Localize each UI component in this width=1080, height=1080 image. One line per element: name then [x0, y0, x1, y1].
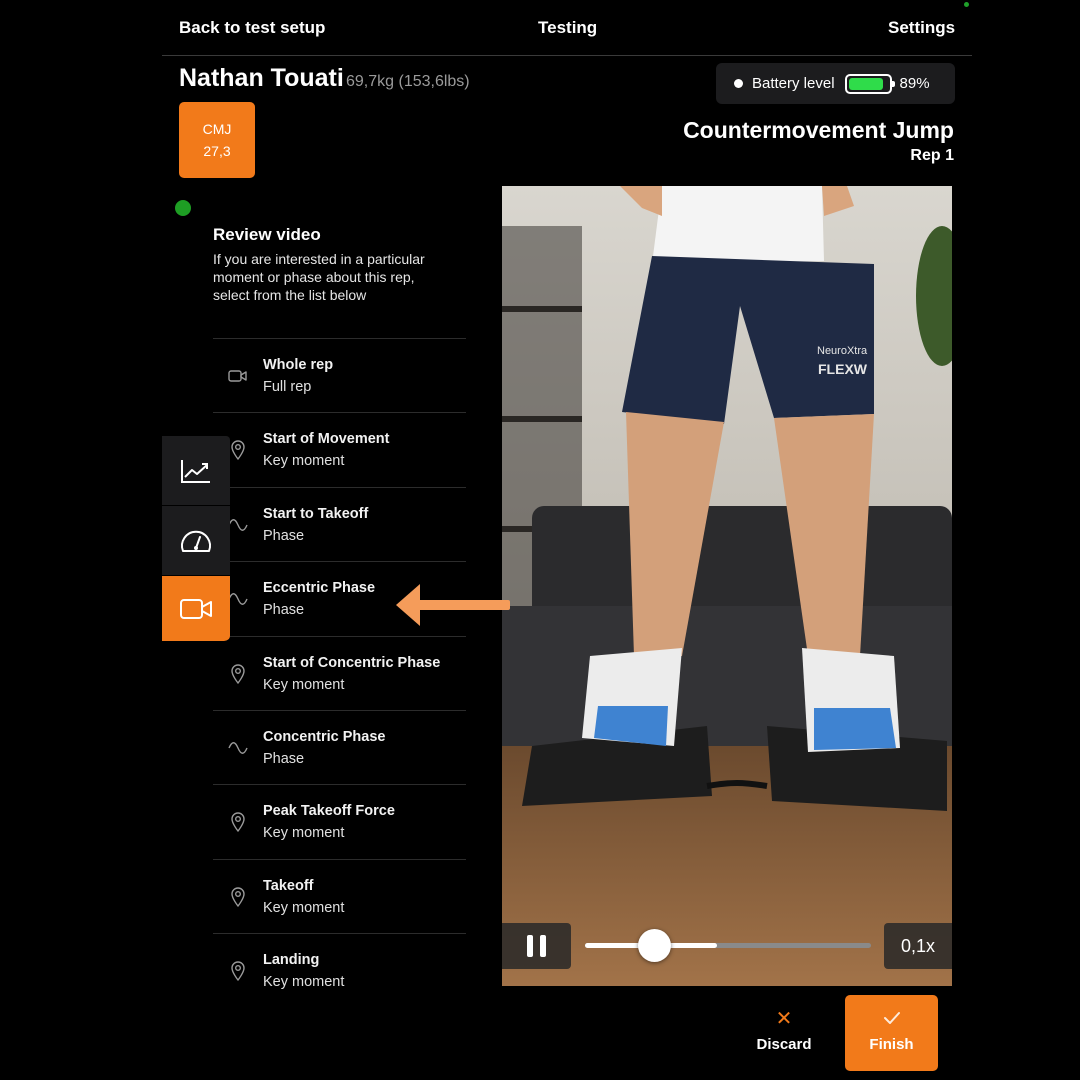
- video-player[interactable]: NeuroXtra FLEXW: [502, 186, 952, 986]
- pause-button[interactable]: [502, 923, 571, 969]
- status-dot: [964, 2, 969, 7]
- discard-button[interactable]: ✕ Discard: [742, 1006, 826, 1053]
- list-item-title: Start of Concentric Phase: [263, 654, 441, 671]
- review-description-line: If you are interested in a particular: [213, 251, 425, 267]
- location-pin-icon: [227, 439, 249, 461]
- list-item-subtitle: Key moment: [263, 676, 345, 693]
- pause-icon: [527, 935, 533, 957]
- tab-charts[interactable]: [162, 436, 230, 506]
- pause-icon: [540, 935, 546, 957]
- list-item-start-to-takeoff[interactable]: Start to Takeoff Phase: [213, 486, 466, 561]
- review-description-line: select from the list below: [213, 287, 367, 303]
- list-item-subtitle: Key moment: [263, 899, 345, 916]
- arrow-left-icon: [396, 584, 510, 626]
- rep-label: Rep 1: [910, 147, 954, 164]
- list-item-subtitle: Full rep: [263, 379, 312, 395]
- side-tab-bar: [162, 436, 230, 642]
- list-item-takeoff[interactable]: Takeoff Key moment: [213, 858, 466, 933]
- battery-icon: [844, 73, 895, 94]
- battery-fill: [848, 77, 884, 90]
- list-item-subtitle: Phase: [263, 602, 305, 619]
- battery-status-dot: [734, 79, 743, 88]
- shorts-logo-text: NeuroXtra: [817, 345, 868, 357]
- wave-icon: [227, 588, 249, 610]
- location-pin-icon: [227, 663, 249, 685]
- list-item-subtitle: Key moment: [263, 453, 345, 470]
- video-scrubber-handle[interactable]: [638, 929, 672, 962]
- tab-metrics[interactable]: [162, 506, 230, 576]
- list-item-title: Start of Movement: [263, 431, 390, 448]
- list-item-peak-takeoff-force[interactable]: Peak Takeoff Force Key moment: [213, 784, 466, 858]
- list-item-start-of-concentric-phase[interactable]: Start of Concentric Phase Key moment: [213, 635, 466, 710]
- list-item-whole-rep[interactable]: Whole rep Full rep: [213, 338, 466, 412]
- list-item-title: Concentric Phase: [263, 728, 386, 745]
- test-result-badge[interactable]: CMJ 27,3: [179, 102, 255, 178]
- gauge-icon: [181, 530, 211, 552]
- location-pin-icon: [227, 886, 249, 908]
- video-scrubber[interactable]: [585, 943, 871, 948]
- discard-label: Discard: [756, 1036, 812, 1053]
- location-pin-icon: [227, 811, 249, 833]
- shorts-logo-text: FLEXW: [818, 361, 868, 377]
- list-item-title: Peak Takeoff Force: [263, 803, 395, 820]
- back-to-setup-link[interactable]: Back to test setup: [179, 18, 325, 38]
- review-title: Review video: [213, 225, 321, 244]
- video-camera-icon: [180, 598, 212, 619]
- list-item-subtitle: Key moment: [263, 825, 345, 842]
- wave-icon: [227, 737, 249, 759]
- list-item-landing[interactable]: Landing Key moment: [213, 933, 466, 1007]
- finish-label: Finish: [869, 1036, 914, 1053]
- checkmark-icon: [883, 1012, 900, 1024]
- list-item-concentric-phase[interactable]: Concentric Phase Phase: [213, 709, 466, 784]
- list-item-subtitle: Key moment: [263, 974, 345, 991]
- close-icon: ✕: [775, 1008, 793, 1030]
- review-status-dot: [175, 200, 191, 216]
- settings-link[interactable]: Settings: [888, 18, 955, 38]
- review-description: If you are interested in a particular mo…: [213, 250, 473, 304]
- athlete-name: Nathan Touati: [179, 64, 344, 92]
- video-camera-icon: [227, 365, 249, 387]
- nav-title: Testing: [538, 18, 598, 37]
- finish-button[interactable]: Finish: [845, 995, 938, 1071]
- battery-percent: 89%: [899, 75, 930, 92]
- badge-code: CMJ: [202, 121, 232, 137]
- list-item-title: Takeoff: [263, 877, 314, 894]
- list-item-title: Landing: [263, 952, 320, 969]
- list-item-title: Eccentric Phase: [263, 580, 376, 597]
- playback-speed-button[interactable]: 0,1x: [884, 923, 952, 969]
- athlete-weight: 69,7kg (153,6lbs): [346, 73, 470, 90]
- chart-trend-icon: [181, 459, 210, 483]
- list-item-start-of-movement[interactable]: Start of Movement Key moment: [213, 412, 466, 486]
- list-item-title: Whole rep: [263, 357, 334, 373]
- test-title: Countermovement Jump: [683, 117, 954, 143]
- badge-value: 27,3: [203, 143, 231, 159]
- video-frame: NeuroXtra FLEXW: [502, 186, 952, 986]
- tab-video[interactable]: [162, 576, 230, 642]
- list-item-title: Start to Takeoff: [263, 505, 369, 522]
- wave-icon: [227, 514, 249, 536]
- review-description-line: moment or phase about this rep,: [213, 269, 415, 285]
- list-item-subtitle: Phase: [263, 750, 305, 767]
- header-divider: [162, 55, 972, 56]
- battery-label: Battery level: [752, 75, 835, 92]
- list-item-subtitle: Phase: [263, 527, 305, 544]
- location-pin-icon: [227, 960, 249, 982]
- phase-list: Whole rep Full rep Start of Movement Key…: [213, 338, 466, 1008]
- battery-indicator: Battery level 89%: [716, 63, 955, 104]
